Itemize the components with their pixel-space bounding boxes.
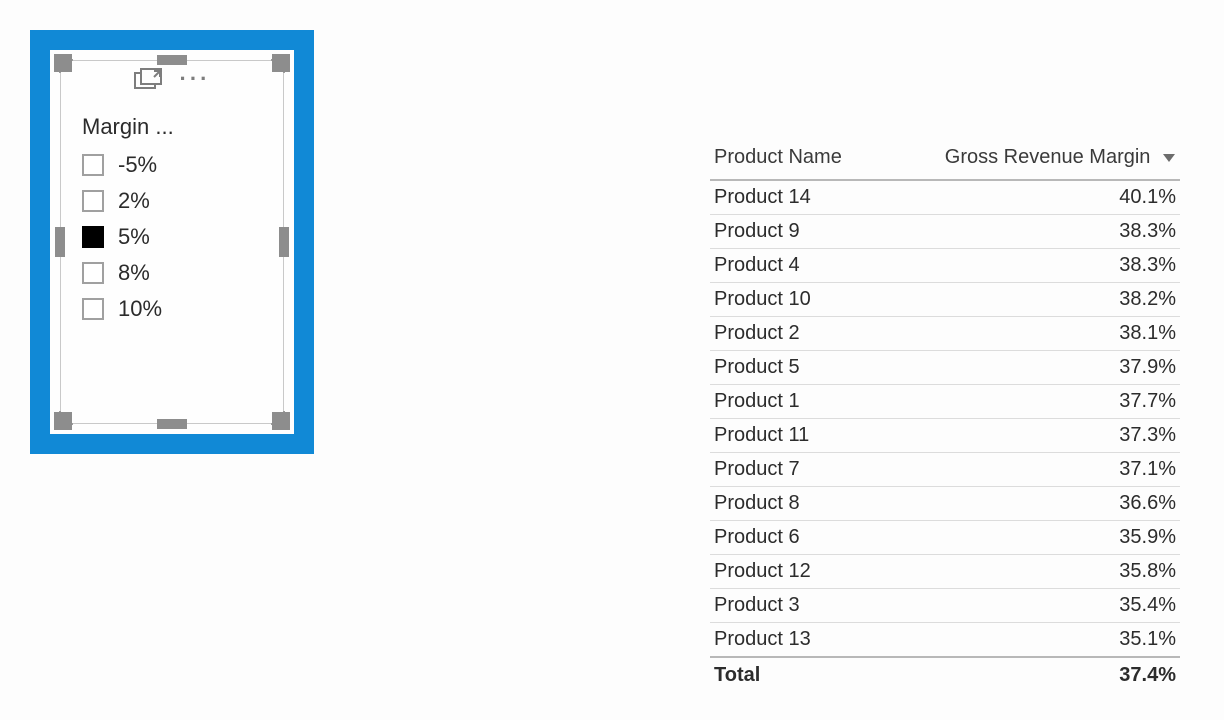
cell-product-name: Product 11 (710, 419, 880, 453)
cell-product-name: Product 10 (710, 283, 880, 317)
cell-product-name: Product 8 (710, 487, 880, 521)
table-row[interactable]: Product 1137.3% (710, 419, 1180, 453)
slicer-visual-selected[interactable]: ··· Margin ... -5% 2% 5% 8% 10% (30, 30, 314, 454)
revenue-margin-table: Product Name Gross Revenue Margin Produc… (710, 140, 1180, 692)
cell-gross-revenue-margin: 35.8% (880, 555, 1180, 589)
slicer-item[interactable]: 2% (82, 188, 162, 214)
resize-handle-bottom-right[interactable] (272, 412, 290, 430)
slicer-checkbox[interactable] (82, 154, 104, 176)
cell-product-name: Product 12 (710, 555, 880, 589)
slicer-item-list: -5% 2% 5% 8% 10% (82, 152, 162, 322)
slicer-item[interactable]: 8% (82, 260, 162, 286)
slicer-item-label: -5% (118, 152, 157, 178)
column-header-product-name[interactable]: Product Name (710, 140, 880, 180)
column-header-label: Product Name (714, 146, 842, 168)
cell-gross-revenue-margin: 37.1% (880, 453, 1180, 487)
resize-handle-bottom-left[interactable] (54, 412, 72, 430)
table-row[interactable]: Product 1440.1% (710, 180, 1180, 215)
cell-gross-revenue-margin: 36.6% (880, 487, 1180, 521)
table-row[interactable]: Product 1235.8% (710, 555, 1180, 589)
slicer-item-label: 5% (118, 224, 150, 250)
table-header-row: Product Name Gross Revenue Margin (710, 140, 1180, 180)
table-row[interactable]: Product 438.3% (710, 249, 1180, 283)
slicer-header: ··· (50, 62, 294, 96)
cell-product-name: Product 13 (710, 623, 880, 658)
table-row[interactable]: Product 737.1% (710, 453, 1180, 487)
cell-gross-revenue-margin: 35.1% (880, 623, 1180, 658)
cell-product-name: Product 5 (710, 351, 880, 385)
table-row[interactable]: Product 137.7% (710, 385, 1180, 419)
table-row[interactable]: Product 335.4% (710, 589, 1180, 623)
cell-gross-revenue-margin: 38.2% (880, 283, 1180, 317)
total-label: Total (710, 657, 880, 692)
cell-gross-revenue-margin: 38.3% (880, 249, 1180, 283)
slicer-item[interactable]: 5% (82, 224, 162, 250)
slicer-checkbox[interactable] (82, 298, 104, 320)
cell-product-name: Product 3 (710, 589, 880, 623)
table-total-row: Total37.4% (710, 657, 1180, 692)
slicer-item[interactable]: -5% (82, 152, 162, 178)
cell-product-name: Product 7 (710, 453, 880, 487)
cell-gross-revenue-margin: 40.1% (880, 180, 1180, 215)
cell-gross-revenue-margin: 35.4% (880, 589, 1180, 623)
table-row[interactable]: Product 238.1% (710, 317, 1180, 351)
slicer-canvas: ··· Margin ... -5% 2% 5% 8% 10% (50, 50, 294, 434)
resize-handle-bottom[interactable] (157, 419, 187, 429)
cell-gross-revenue-margin: 38.1% (880, 317, 1180, 351)
column-header-gross-revenue-margin[interactable]: Gross Revenue Margin (880, 140, 1180, 180)
table-row[interactable]: Product 1038.2% (710, 283, 1180, 317)
resize-handle-left[interactable] (55, 227, 65, 257)
cell-gross-revenue-margin: 37.7% (880, 385, 1180, 419)
slicer-checkbox[interactable] (82, 226, 104, 248)
cell-product-name: Product 2 (710, 317, 880, 351)
slicer-item-label: 2% (118, 188, 150, 214)
table-row[interactable]: Product 1335.1% (710, 623, 1180, 658)
more-options-icon[interactable]: ··· (180, 68, 211, 90)
slicer-item-label: 8% (118, 260, 150, 286)
cell-product-name: Product 1 (710, 385, 880, 419)
column-header-label: Gross Revenue Margin (945, 146, 1151, 168)
total-value: 37.4% (880, 657, 1180, 692)
focus-mode-icon[interactable] (134, 68, 162, 90)
slicer-checkbox[interactable] (82, 262, 104, 284)
table-row[interactable]: Product 635.9% (710, 521, 1180, 555)
table-row[interactable]: Product 537.9% (710, 351, 1180, 385)
resize-handle-right[interactable] (279, 227, 289, 257)
slicer-item-label: 10% (118, 296, 162, 322)
table-row[interactable]: Product 938.3% (710, 215, 1180, 249)
slicer-item[interactable]: 10% (82, 296, 162, 322)
cell-gross-revenue-margin: 37.9% (880, 351, 1180, 385)
table-row[interactable]: Product 836.6% (710, 487, 1180, 521)
sort-desc-icon (1162, 146, 1176, 169)
cell-gross-revenue-margin: 37.3% (880, 419, 1180, 453)
slicer-checkbox[interactable] (82, 190, 104, 212)
cell-gross-revenue-margin: 38.3% (880, 215, 1180, 249)
revenue-margin-table-visual[interactable]: Product Name Gross Revenue Margin Produc… (710, 140, 1180, 692)
cell-product-name: Product 6 (710, 521, 880, 555)
slicer-title: Margin ... (82, 114, 174, 140)
cell-product-name: Product 4 (710, 249, 880, 283)
cell-product-name: Product 9 (710, 215, 880, 249)
cell-gross-revenue-margin: 35.9% (880, 521, 1180, 555)
cell-product-name: Product 14 (710, 180, 880, 215)
